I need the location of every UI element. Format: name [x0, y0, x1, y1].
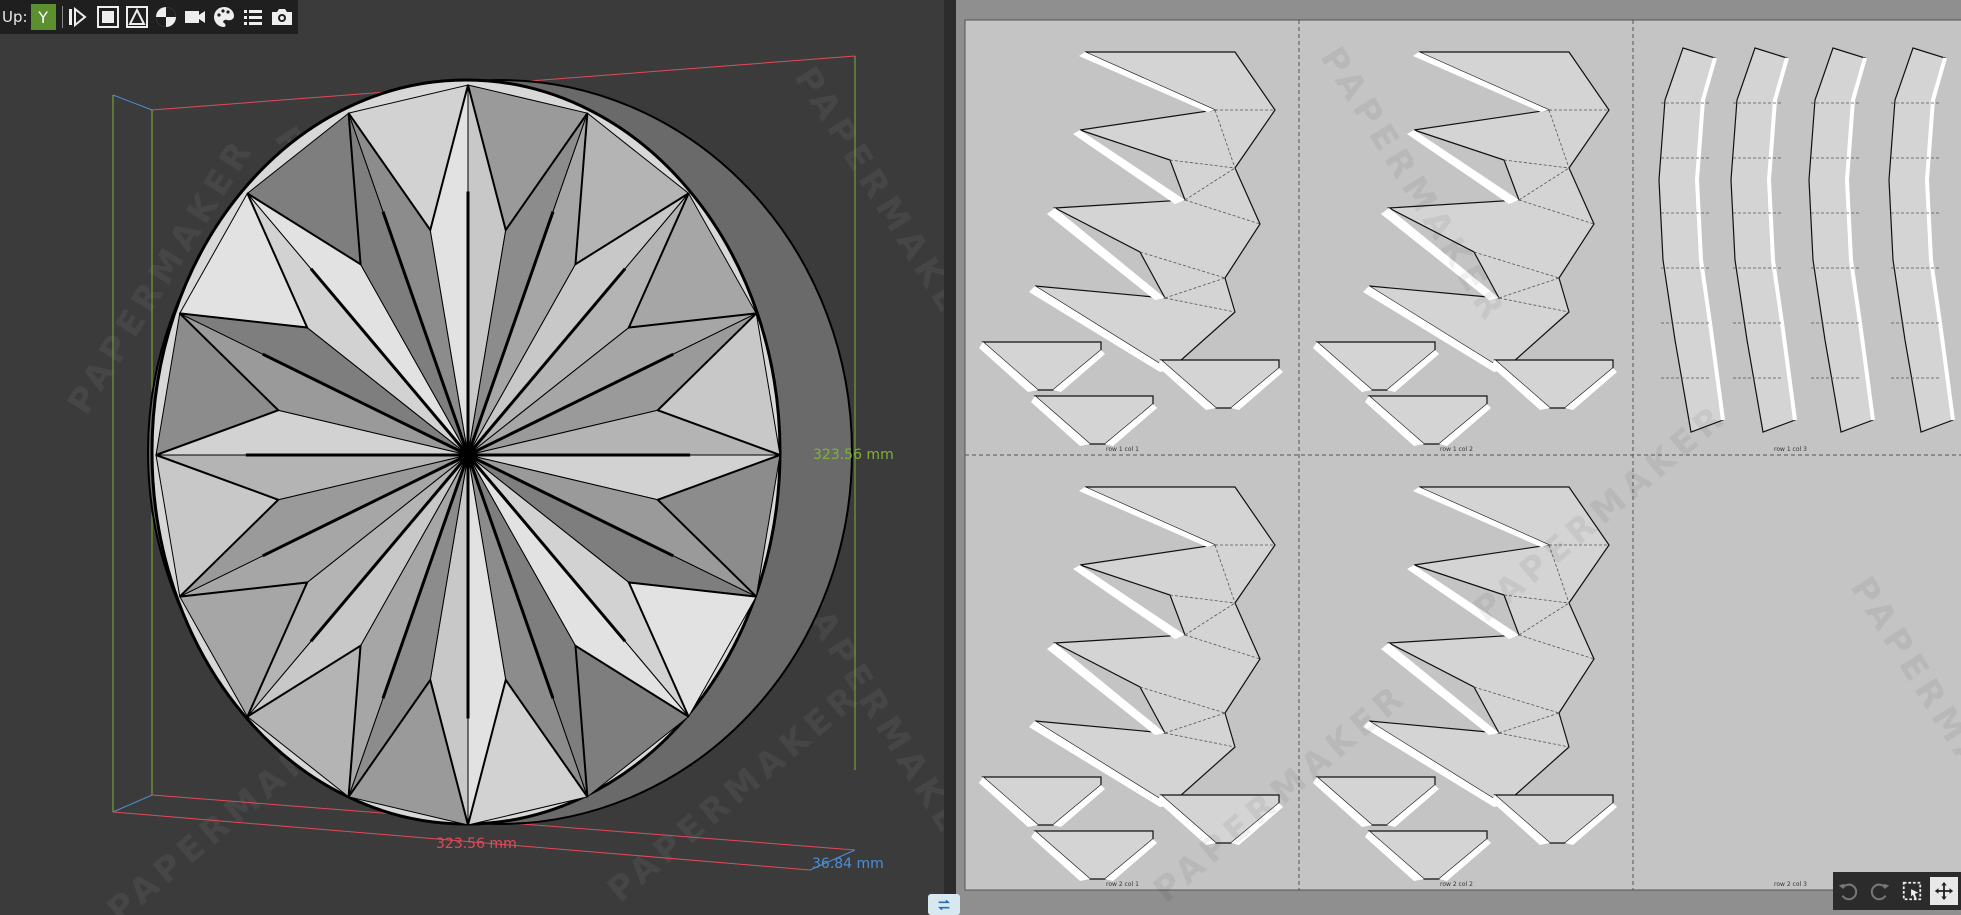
- up-axis-label: Up:: [2, 8, 28, 26]
- view-splitter[interactable]: [944, 0, 956, 915]
- width-dimension: 323.56 mm: [436, 836, 517, 852]
- swap-icon: [938, 899, 950, 910]
- redo-icon[interactable]: [1866, 877, 1894, 905]
- pattern-sheets: [964, 19, 1961, 891]
- depth-dimension: 36.84 mm: [812, 856, 884, 872]
- list-icon[interactable]: [240, 3, 267, 31]
- sheet-label: row 1 col 3: [1774, 446, 1807, 453]
- 2d-sheet-viewport[interactable]: PAPERMAKER PAPERMAKER PAPERMAKER PAPERMA…: [956, 0, 1961, 915]
- swap-views-button[interactable]: [928, 894, 960, 915]
- palette-icon[interactable]: [211, 3, 238, 31]
- sheet-label: row 2 col 1: [1106, 881, 1139, 888]
- sheet-label: row 2 col 3: [1774, 881, 1807, 888]
- height-dimension: 323.56 mm: [813, 447, 894, 463]
- move-icon[interactable]: [1930, 877, 1958, 905]
- video-camera-icon[interactable]: [182, 3, 209, 31]
- edge-mode-icon[interactable]: [124, 3, 151, 31]
- up-axis-toggle[interactable]: Y: [30, 4, 56, 30]
- sheet-label: row 1 col 2: [1440, 446, 1473, 453]
- 3d-viewport[interactable]: PAPERMAKER PAPERMAKER PAPERMAKER PAPERMA…: [0, 0, 944, 915]
- sheet-label: row 1 col 1: [1106, 446, 1139, 453]
- select-icon[interactable]: [1898, 877, 1926, 905]
- face-mode-icon[interactable]: [95, 3, 122, 31]
- sheet-toolbar: [1833, 872, 1961, 910]
- flip-view-icon[interactable]: [66, 3, 93, 31]
- toolbar-separator: [61, 6, 63, 28]
- texture-mode-icon[interactable]: [153, 3, 180, 31]
- undo-icon[interactable]: [1834, 877, 1862, 905]
- camera-icon[interactable]: [269, 3, 296, 31]
- view-toolbar: Up: Y: [0, 0, 298, 34]
- 3d-model[interactable]: [0, 0, 944, 915]
- sheet-label: row 2 col 2: [1440, 881, 1473, 888]
